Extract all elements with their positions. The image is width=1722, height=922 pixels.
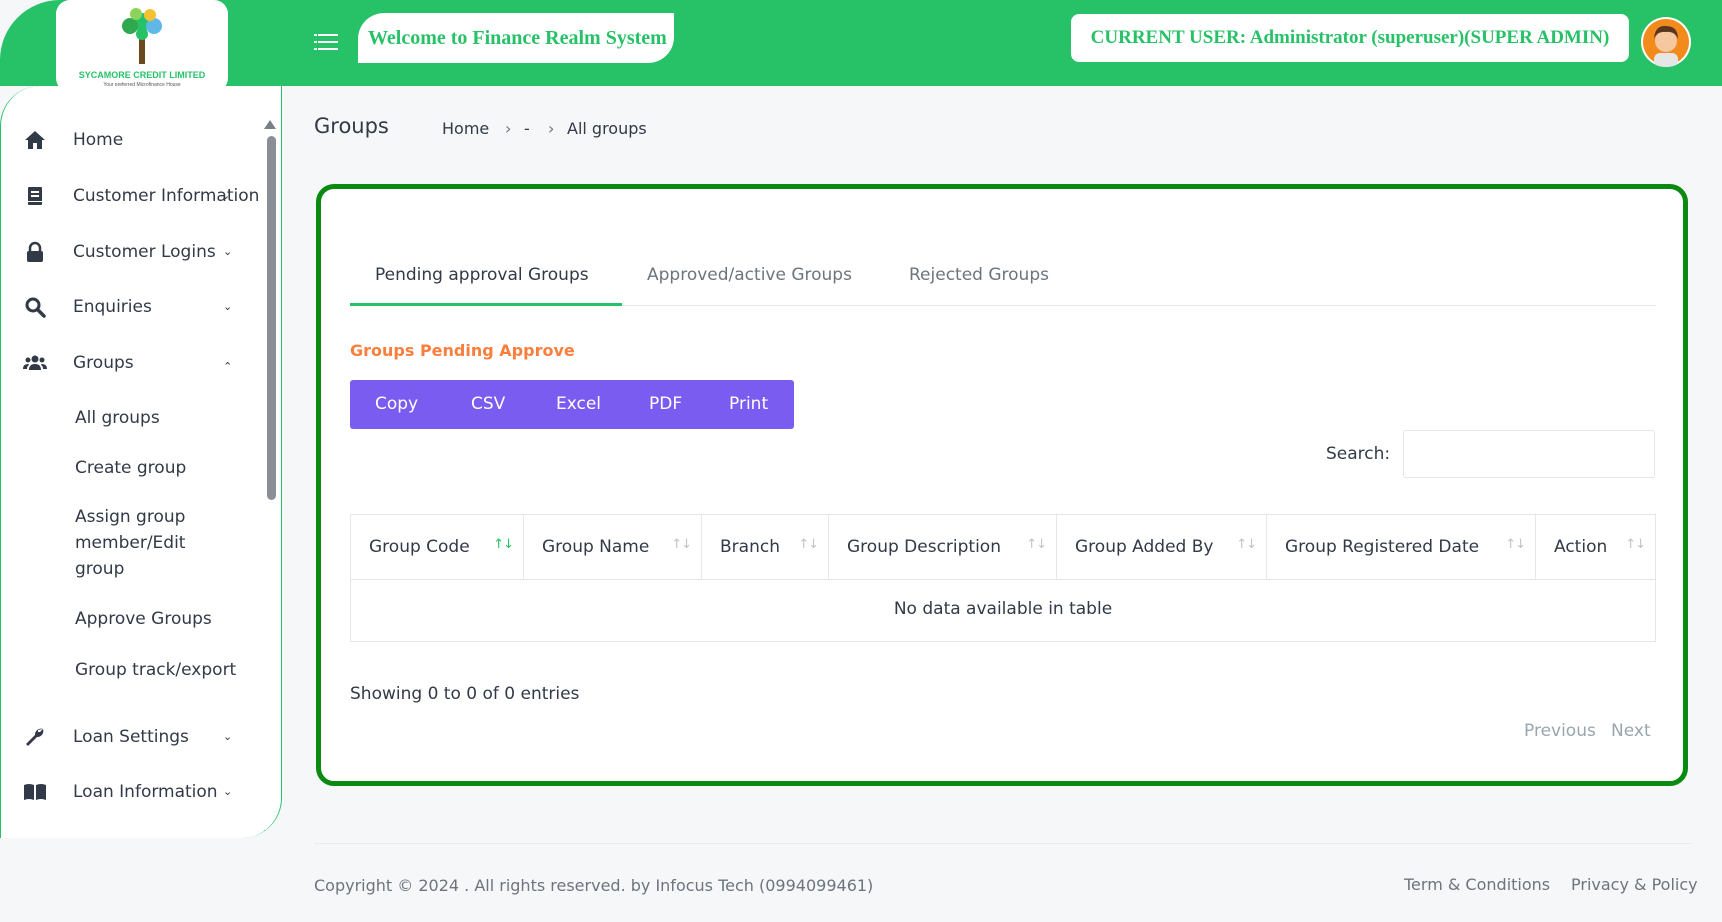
column-header-label: Group Name <box>542 537 650 557</box>
terms-link[interactable]: Term & Conditions <box>1404 875 1550 894</box>
export-button-group: Copy CSV Excel PDF Print <box>350 380 794 429</box>
tab-rejected[interactable]: Rejected Groups <box>909 265 1049 285</box>
sidebar-item-label: Loan Information <box>73 782 218 802</box>
footer-copyright: Copyright © 2024 . All rights reserved. … <box>314 876 874 895</box>
chevron-up-icon: ⌄ <box>223 359 233 372</box>
search-input[interactable] <box>1403 430 1655 478</box>
sidebar-subitem-create-group[interactable]: Create group <box>75 455 186 481</box>
sort-icon: ↑↓ <box>1625 537 1646 552</box>
sidebar-item-label: Customer Information <box>73 186 260 206</box>
table-info: Showing 0 to 0 of 0 entries <box>350 684 580 704</box>
sidebar-item-label: Customer Logins <box>73 242 216 262</box>
excel-button[interactable]: Excel <box>556 394 601 414</box>
logo: SYCAMORE CREDIT LIMITED Your preferred M… <box>56 0 228 92</box>
previous-page-button[interactable]: Previous <box>1524 721 1596 741</box>
footer-divider <box>314 843 1692 844</box>
search-label: Search: <box>1326 444 1391 464</box>
copy-button[interactable]: Copy <box>375 394 418 414</box>
sidebar-subitem-approve-groups[interactable]: Approve Groups <box>75 606 212 632</box>
groups-table: Group Code ↑↓ Group Name ↑↓ Branch ↑↓ Gr… <box>350 514 1656 642</box>
sidebar-item-loan-settings[interactable]: Loan Settings ⌄ <box>1 717 263 757</box>
column-header-label: Group Description <box>847 537 1001 557</box>
column-header-label: Group Code <box>369 537 470 557</box>
chevron-down-icon: ⌄ <box>223 785 233 798</box>
sidebar-subitem-group-track-export[interactable]: Group track/export <box>75 657 236 683</box>
document-icon <box>28 187 42 205</box>
active-tab-indicator <box>350 303 622 306</box>
scroll-down-arrow[interactable] <box>264 830 276 838</box>
top-bar: SYCAMORE CREDIT LIMITED Your preferred M… <box>0 0 1722 92</box>
scroll-up-arrow[interactable] <box>264 120 276 129</box>
sort-icon: ↑↓ <box>1505 537 1526 552</box>
search-icon <box>25 297 46 318</box>
welcome-banner: Welcome to Finance Realm System <box>358 13 674 63</box>
sidebar-item-customer-logins[interactable]: Customer Logins ⌄ <box>1 232 263 272</box>
avatar[interactable] <box>1641 17 1691 67</box>
chevron-down-icon: ⌄ <box>223 730 233 743</box>
wrench-icon <box>26 728 44 746</box>
tab-pending-approval[interactable]: Pending approval Groups <box>375 265 589 285</box>
column-header-branch[interactable]: Branch ↑↓ <box>702 515 829 579</box>
sort-ascending-icon: ↑↓ <box>493 537 514 552</box>
column-header-group-registered-date[interactable]: Group Registered Date ↑↓ <box>1267 515 1536 579</box>
sort-icon: ↑↓ <box>671 537 692 552</box>
column-header-label: Branch <box>720 537 780 557</box>
column-header-label: Group Added By <box>1075 537 1214 557</box>
menu-toggle-icon[interactable] <box>314 32 338 52</box>
table-header-divider <box>351 579 1655 580</box>
book-icon <box>24 784 46 800</box>
sidebar-item-label: Home <box>73 130 124 150</box>
lock-icon <box>27 241 43 262</box>
column-header-group-added-by[interactable]: Group Added By ↑↓ <box>1057 515 1267 579</box>
empty-table-message: No data available in table <box>893 599 1113 619</box>
current-user-banner: CURRENT USER: Administrator (superuser)(… <box>1071 14 1629 62</box>
sidebar-item-groups[interactable]: Groups ⌄ <box>1 343 263 383</box>
sidebar-item-label: Enquiries <box>73 297 152 317</box>
sidebar-item-enquiries[interactable]: Enquiries ⌄ <box>1 287 263 327</box>
column-header-group-description[interactable]: Group Description ↑↓ <box>829 515 1057 579</box>
breadcrumb-current: All groups <box>567 119 647 138</box>
csv-button[interactable]: CSV <box>471 394 505 414</box>
tab-approved-active[interactable]: Approved/active Groups <box>647 265 852 285</box>
company-name: SYCAMORE CREDIT LIMITED <box>78 70 206 80</box>
page-title: Groups <box>314 114 389 138</box>
print-button[interactable]: Print <box>729 394 768 414</box>
sidebar-item-customer-information[interactable]: Customer Information ⌄ <box>1 176 263 216</box>
sidebar-item-home[interactable]: Home <box>1 120 263 160</box>
pdf-button[interactable]: PDF <box>649 394 682 414</box>
tree-logo-icon <box>122 8 162 64</box>
sidebar-subitem-all-groups[interactable]: All groups <box>75 405 160 431</box>
section-title: Groups Pending Approve <box>350 341 575 360</box>
column-header-group-code[interactable]: Group Code ↑↓ <box>351 515 524 579</box>
sort-icon: ↑↓ <box>798 537 819 552</box>
sidebar-item-label: Groups <box>73 353 134 373</box>
column-header-label: Action <box>1554 537 1608 557</box>
breadcrumb-separator: › <box>548 119 555 138</box>
sidebar-subitem-assign-group-member[interactable]: Assign group member/Edit group <box>75 504 225 582</box>
column-header-action[interactable]: Action ↑↓ <box>1536 515 1655 579</box>
sidebar-item-label: Loan Settings <box>73 727 189 747</box>
sidebar: Home Customer Information ⌄ Customer Log… <box>0 86 282 838</box>
column-header-group-name[interactable]: Group Name ↑↓ <box>524 515 702 579</box>
home-icon <box>25 131 45 149</box>
sidebar-item-loan-information[interactable]: Loan Information ⌄ <box>1 772 263 812</box>
column-header-label: Group Registered Date <box>1285 537 1480 557</box>
users-icon <box>23 355 47 370</box>
user-avatar-icon <box>1643 19 1689 67</box>
privacy-link[interactable]: Privacy & Policy <box>1571 875 1698 894</box>
sort-icon: ↑↓ <box>1236 537 1257 552</box>
chevron-down-icon: ⌄ <box>223 245 233 258</box>
chevron-down-icon: ⌄ <box>221 189 231 202</box>
breadcrumb-separator: › <box>505 119 512 138</box>
chevron-down-icon: ⌄ <box>223 300 233 313</box>
next-page-button[interactable]: Next <box>1611 721 1651 741</box>
sort-icon: ↑↓ <box>1026 537 1047 552</box>
breadcrumb-item[interactable]: - <box>524 119 530 138</box>
sidebar-scrollbar[interactable] <box>267 136 276 500</box>
breadcrumb-home[interactable]: Home <box>442 119 489 138</box>
